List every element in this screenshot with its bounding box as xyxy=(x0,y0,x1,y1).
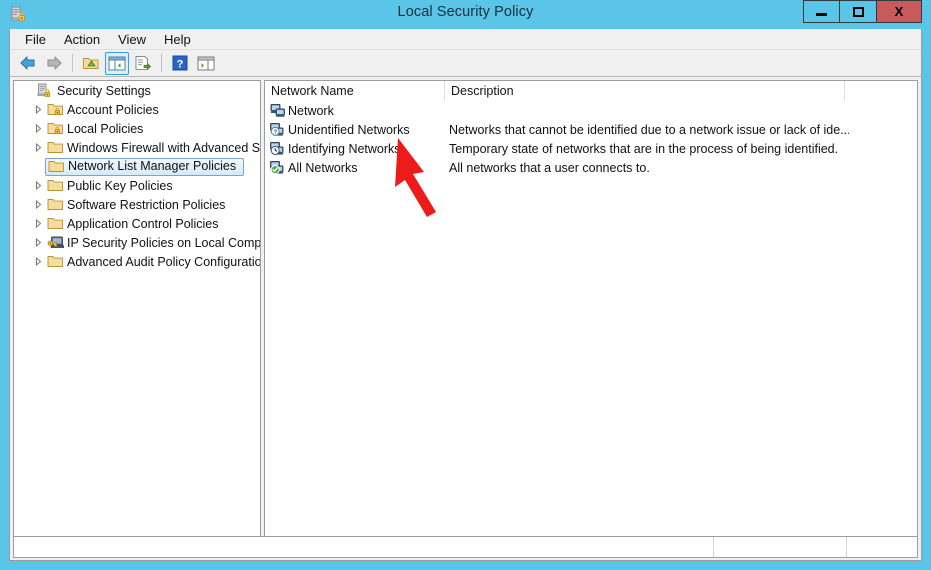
network-unidentified-icon: ? xyxy=(268,120,288,139)
svg-text:?: ? xyxy=(273,129,277,136)
tree-item-label: Windows Firewall with Advanced Secu xyxy=(67,140,260,155)
expander-placeholder xyxy=(20,81,36,100)
minimize-button[interactable] xyxy=(803,0,840,23)
tree-item-label: IP Security Policies on Local Compute xyxy=(67,235,260,250)
column-header-filler xyxy=(845,81,917,101)
list-item[interactable]: Network xyxy=(265,101,917,120)
maximize-button[interactable] xyxy=(840,0,877,23)
list-view-body: Network ? Unidentified Networks Networks… xyxy=(265,101,917,557)
list-item-name: Unidentified Networks xyxy=(288,122,410,137)
tree-item-label: Account Policies xyxy=(67,102,159,117)
expander-icon[interactable] xyxy=(30,195,46,214)
tree-item-software-restriction-policies[interactable]: Software Restriction Policies xyxy=(14,195,260,214)
tree-item-ip-security-policies[interactable]: IP Security Policies on Local Compute xyxy=(14,233,260,252)
help-icon[interactable]: ? xyxy=(168,52,192,75)
list-column-headers: Network Name Description xyxy=(265,81,917,101)
export-list-icon[interactable] xyxy=(131,52,155,75)
toolbar-separator xyxy=(161,54,162,72)
window-controls: X xyxy=(803,0,922,23)
list-item-description: All networks that a user connects to. xyxy=(449,160,650,175)
status-cell-three xyxy=(847,537,917,557)
ip-security-icon xyxy=(46,234,64,251)
console-tree: Security Settings Account Policies Local… xyxy=(14,81,260,539)
tree-item-account-policies[interactable]: Account Policies xyxy=(14,100,260,119)
list-item-name: Network xyxy=(288,103,334,118)
tree-item-label: Public Key Policies xyxy=(67,178,173,193)
column-header-network-name[interactable]: Network Name xyxy=(265,81,445,101)
tree-item-label: Software Restriction Policies xyxy=(67,197,226,212)
column-header-description[interactable]: Description xyxy=(445,81,845,101)
toolbar: ? xyxy=(10,50,921,77)
list-view-pane: Network Name Description Network ? Unide… xyxy=(264,80,918,558)
window-title: Local Security Policy xyxy=(397,4,534,20)
forward-arrow-icon xyxy=(42,52,66,75)
expander-icon[interactable] xyxy=(30,214,46,233)
folder-icon xyxy=(46,177,64,194)
folder-icon xyxy=(46,196,64,213)
list-item-name: Identifying Networks xyxy=(288,141,401,156)
list-item-description: Temporary state of networks that are in … xyxy=(449,141,839,156)
expander-icon[interactable] xyxy=(30,119,46,138)
back-arrow-icon[interactable] xyxy=(16,52,40,75)
list-item-name: All Networks xyxy=(288,160,358,175)
tree-item-network-list-manager-policies[interactable]: Network List Manager Policies xyxy=(14,157,260,176)
console-tree-pane: Security Settings Account Policies Local… xyxy=(13,80,261,558)
tree-item-application-control-policies[interactable]: Application Control Policies xyxy=(14,214,260,233)
folder-icon xyxy=(46,139,64,156)
title-bar: Local Security Policy X xyxy=(0,0,931,29)
tree-item-label: Advanced Audit Policy Configuration xyxy=(67,254,260,269)
tree-item-label: Security Settings xyxy=(57,83,151,98)
show-hide-tree-icon[interactable] xyxy=(105,51,129,75)
list-item[interactable]: Identifying Networks Temporary state of … xyxy=(265,139,917,158)
folder-icon xyxy=(47,158,65,175)
client-area: File Action View Help ? Security Setting… xyxy=(9,29,922,561)
list-item[interactable]: All Networks All networks that a user co… xyxy=(265,158,917,177)
menu-item-file[interactable]: File xyxy=(16,30,55,49)
menu-item-view[interactable]: View xyxy=(109,30,155,49)
network-icon xyxy=(268,101,288,120)
tree-item-local-policies[interactable]: Local Policies xyxy=(14,119,260,138)
toolbar-separator xyxy=(72,54,73,72)
list-item[interactable]: ? Unidentified Networks Networks that ca… xyxy=(265,120,917,139)
security-settings-icon xyxy=(36,82,54,99)
menu-item-action[interactable]: Action xyxy=(55,30,109,49)
menu-item-help[interactable]: Help xyxy=(155,30,200,49)
status-cell-main xyxy=(14,537,714,557)
tree-item-security-settings[interactable]: Security Settings xyxy=(14,81,260,100)
expander-icon[interactable] xyxy=(30,233,46,252)
network-identifying-icon xyxy=(268,139,288,158)
show-pane-icon[interactable] xyxy=(194,52,218,75)
expander-icon[interactable] xyxy=(30,252,46,271)
folder-lock-icon xyxy=(46,120,64,137)
network-all-icon xyxy=(268,158,288,177)
tree-item-label: Network List Manager Policies xyxy=(68,159,237,173)
svg-text:?: ? xyxy=(177,58,184,70)
folder-lock-icon xyxy=(46,101,64,118)
folder-icon xyxy=(46,253,64,270)
tree-item-label: Application Control Policies xyxy=(67,216,219,231)
folder-icon xyxy=(46,215,64,232)
status-cell-two xyxy=(714,537,847,557)
expander-icon[interactable] xyxy=(30,100,46,119)
expander-icon[interactable] xyxy=(30,176,46,195)
menu-bar: File Action View Help xyxy=(10,29,921,50)
close-button[interactable]: X xyxy=(877,0,922,23)
tree-item-label: Local Policies xyxy=(67,121,144,136)
tree-item-public-key-policies[interactable]: Public Key Policies xyxy=(14,176,260,195)
expander-placeholder xyxy=(30,157,46,176)
expander-icon[interactable] xyxy=(30,138,46,157)
tree-item-windows-firewall[interactable]: Windows Firewall with Advanced Secu xyxy=(14,138,260,157)
up-folder-icon[interactable] xyxy=(79,52,103,75)
status-bar xyxy=(13,536,918,558)
list-item-description: Networks that cannot be identified due t… xyxy=(449,122,849,137)
application-window: Local Security Policy X File Action View… xyxy=(0,0,931,570)
tree-item-advanced-audit-policy-configuration[interactable]: Advanced Audit Policy Configuration xyxy=(14,252,260,271)
